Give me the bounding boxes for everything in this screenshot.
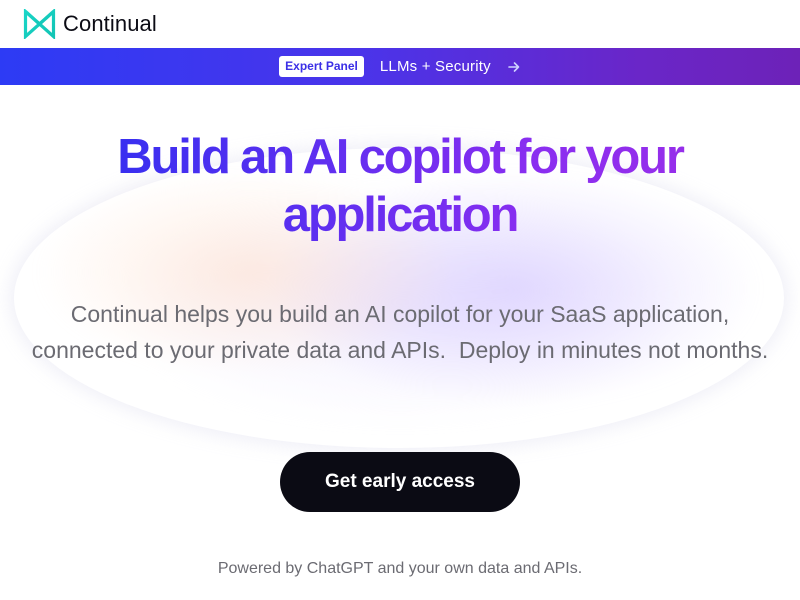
announcement-banner[interactable]: Expert Panel LLMs + Security <box>0 48 800 85</box>
site-header: Continual <box>0 0 800 48</box>
landing-page: Continual Expert Panel LLMs + Security B… <box>0 0 800 600</box>
bowtie-logo-icon <box>23 9 56 39</box>
logo-text: Continual <box>63 11 157 36</box>
arrow-right-icon <box>508 61 520 72</box>
banner-badge: Expert Panel <box>279 56 364 77</box>
banner-text: LLMs + Security <box>379 58 491 75</box>
logo-link[interactable]: Continual <box>23 9 157 39</box>
powered-by-text: Powered by ChatGPT and your own data and… <box>217 560 583 577</box>
hero-subtitle: Continual helps you build an AI copilot … <box>31 301 769 363</box>
get-early-access-button[interactable]: Get early access <box>280 452 520 512</box>
hero-headline: Build an AI copilot for your application <box>60 128 740 244</box>
